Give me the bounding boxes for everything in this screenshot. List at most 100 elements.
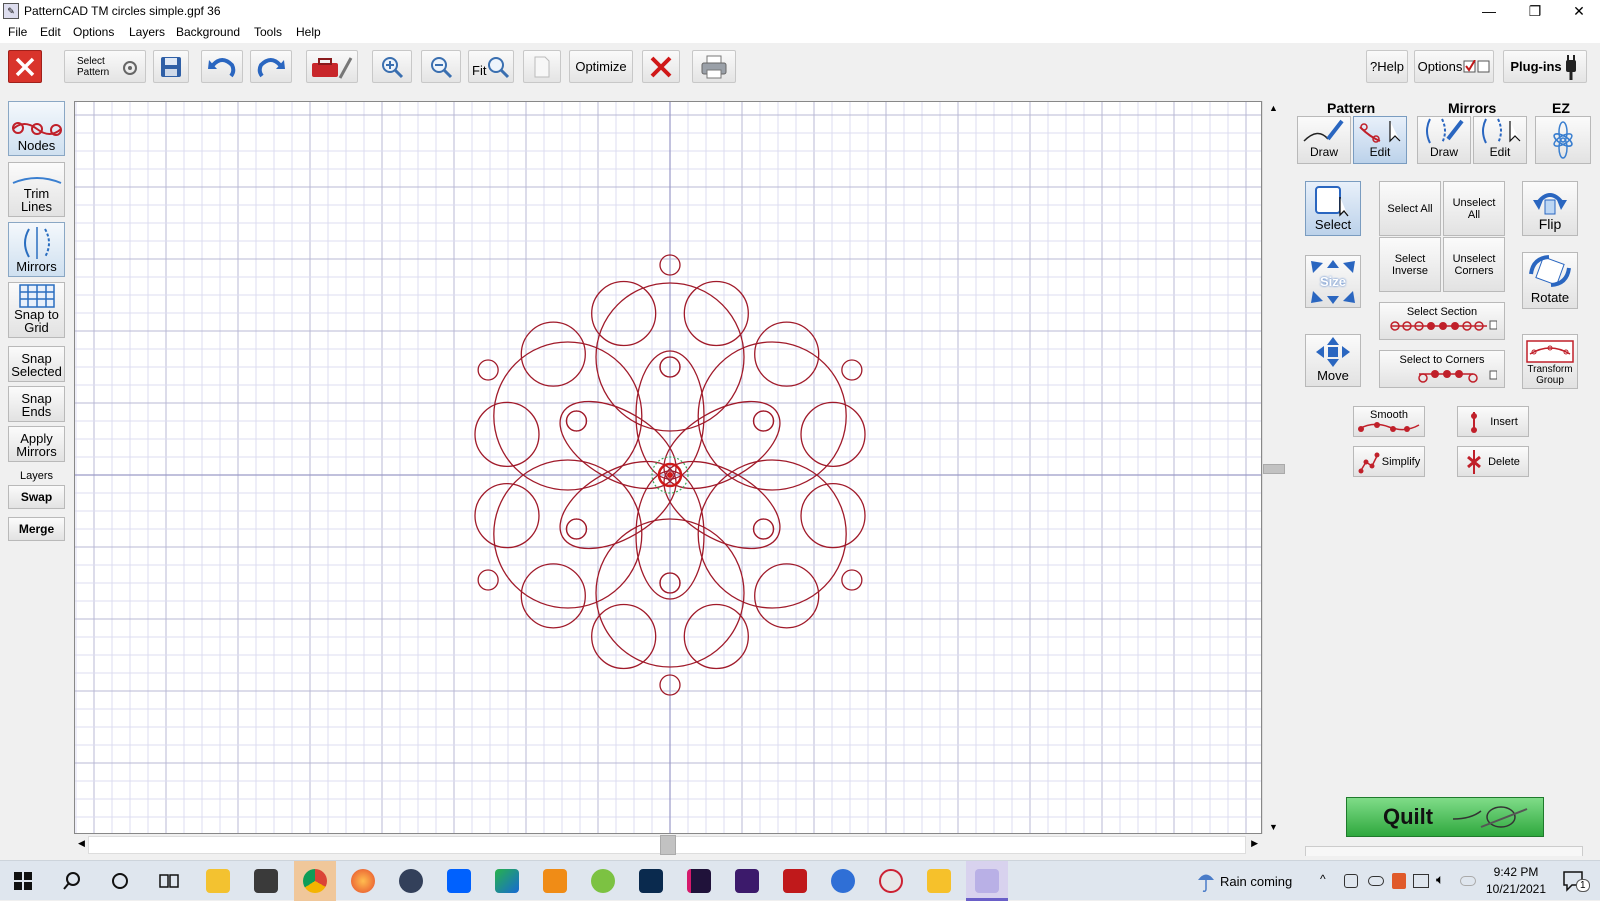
menu-layers[interactable]: Layers	[129, 25, 165, 39]
patterncad-taskbar-icon[interactable]	[975, 869, 999, 893]
rotate-button[interactable]: Rotate	[1522, 252, 1578, 309]
weather-label[interactable]: Rain coming	[1220, 874, 1292, 889]
move-button[interactable]: Move	[1305, 334, 1361, 387]
menu-help[interactable]: Help	[296, 25, 321, 39]
filezilla-icon[interactable]	[783, 869, 807, 893]
redo-button[interactable]	[250, 50, 292, 83]
snipping-tool-icon[interactable]	[879, 869, 903, 893]
menu-tools[interactable]: Tools	[254, 25, 282, 39]
pattern-draw-button[interactable]: Draw	[1297, 116, 1351, 164]
delete-node-button[interactable]: Delete	[1457, 446, 1529, 477]
terminal-blue-icon[interactable]	[639, 869, 663, 893]
menu-background[interactable]: Background	[176, 25, 240, 39]
trim-lines-button[interactable]: Trim Lines	[8, 162, 65, 217]
restore-button[interactable]: ❐	[1512, 0, 1558, 23]
password-lock-icon[interactable]	[399, 869, 423, 893]
horizontal-scroll-thumb[interactable]	[660, 835, 676, 855]
help-button[interactable]: ? Help	[1366, 50, 1408, 83]
swap-button[interactable]: Swap	[8, 485, 65, 509]
horizontal-scrollbar[interactable]: ◀ ▶	[74, 834, 1262, 856]
menu-options[interactable]: Options	[73, 25, 114, 39]
checkmark-app-icon[interactable]	[927, 869, 951, 893]
pattern-drawing[interactable]	[75, 102, 1262, 834]
vertical-scroll-thumb[interactable]	[1263, 464, 1285, 474]
dropbox-icon[interactable]	[447, 869, 471, 893]
quilt-button[interactable]: Quilt	[1346, 797, 1544, 837]
scroll-up-arrow-icon[interactable]: ▲	[1269, 103, 1278, 113]
plugins-button[interactable]: Plug-ins	[1503, 50, 1587, 83]
menu-edit[interactable]: Edit	[40, 25, 61, 39]
speaker-icon[interactable]: 🔈︎	[1436, 871, 1444, 888]
mirrors-draw-icon	[1426, 118, 1464, 144]
optimize-button[interactable]: Optimize	[569, 50, 633, 83]
onedrive-icon[interactable]	[1460, 876, 1476, 886]
windows-start-icon[interactable]	[14, 872, 32, 890]
options-label: Options	[1417, 59, 1463, 74]
w-app-icon[interactable]	[591, 869, 615, 893]
ez-button[interactable]	[1535, 116, 1591, 164]
toolbox-button[interactable]	[306, 50, 358, 83]
fit-button[interactable]: Fit	[468, 50, 514, 83]
terminal-purple-icon[interactable]	[735, 869, 759, 893]
apply-mirrors-button[interactable]: Apply Mirrors	[8, 426, 65, 462]
delete-all-button[interactable]	[642, 50, 680, 83]
mirrors-draw-button[interactable]: Draw	[1417, 116, 1471, 164]
clock-date[interactable]: 10/21/2021	[1482, 882, 1550, 896]
book-app-icon[interactable]	[543, 869, 567, 893]
layers-app-icon[interactable]	[495, 869, 519, 893]
pattern-canvas[interactable]	[74, 101, 1262, 834]
chrome-icon[interactable]	[303, 869, 327, 893]
scroll-down-arrow-icon[interactable]: ▼	[1269, 822, 1278, 832]
select-all-button[interactable]: Select All	[1379, 181, 1441, 236]
snap-selected-button[interactable]: Snap Selected	[8, 346, 65, 382]
unselect-corners-button[interactable]: Unselect Corners	[1443, 237, 1505, 292]
pattern-edit-button[interactable]: Edit	[1353, 116, 1407, 164]
network-icon[interactable]	[1413, 874, 1429, 888]
select-tool-button[interactable]: Select	[1305, 181, 1361, 236]
tray-icon-1[interactable]	[1344, 874, 1358, 888]
cloud-tray-icon[interactable]	[1368, 876, 1384, 886]
zoom-out-button[interactable]	[421, 50, 461, 83]
zoom-in-button[interactable]	[372, 50, 412, 83]
vertical-scrollbar[interactable]: ▲ ▼	[1262, 101, 1285, 834]
menu-file[interactable]: File	[8, 25, 27, 39]
smooth-button[interactable]: Smooth	[1353, 406, 1425, 437]
print-button[interactable]	[692, 50, 736, 83]
chevron-up-icon[interactable]: ^	[1320, 872, 1326, 886]
store-bag-icon[interactable]	[254, 869, 278, 893]
select-to-corners-button[interactable]: Select to Corners	[1379, 350, 1505, 388]
merge-button[interactable]: Merge	[8, 517, 65, 541]
select-pattern-button[interactable]: Select Pattern	[64, 50, 146, 83]
terminal-pink-icon[interactable]	[687, 869, 711, 893]
undo-button[interactable]	[201, 50, 243, 83]
minimize-button[interactable]: —	[1466, 0, 1512, 23]
mirrors-toggle-button[interactable]: Mirrors	[8, 222, 65, 277]
file-explorer-icon[interactable]	[206, 869, 230, 893]
unselect-all-button[interactable]: Unselect All	[1443, 181, 1505, 236]
sync-app-icon[interactable]	[831, 869, 855, 893]
tray-app-icon[interactable]	[1392, 873, 1406, 889]
nodes-button[interactable]: Nodes	[8, 101, 65, 156]
task-view-icon[interactable]	[158, 871, 180, 891]
options-button[interactable]: Options	[1414, 50, 1494, 83]
select-inverse-button[interactable]: Select Inverse	[1379, 237, 1441, 292]
size-button[interactable]: Size	[1305, 255, 1361, 308]
transform-group-button[interactable]: Transform Group	[1522, 334, 1578, 389]
scroll-right-arrow-icon[interactable]: ▶	[1251, 838, 1258, 849]
close-window-button[interactable]: ✕	[1556, 0, 1600, 23]
cortana-circle-icon[interactable]	[110, 871, 130, 891]
insert-button[interactable]: Insert	[1457, 406, 1529, 437]
clock-time[interactable]: 9:42 PM	[1487, 865, 1545, 879]
flip-button[interactable]: Flip	[1522, 181, 1578, 236]
select-section-button[interactable]: Select Section	[1379, 302, 1505, 340]
save-button[interactable]	[153, 50, 189, 83]
search-icon[interactable]	[62, 871, 82, 891]
exit-button[interactable]	[8, 50, 42, 83]
firefox-icon[interactable]	[351, 869, 375, 893]
simplify-button[interactable]: Simplify	[1353, 446, 1425, 477]
scroll-left-arrow-icon[interactable]: ◀	[78, 838, 85, 849]
mirrors-edit-button[interactable]: Edit	[1473, 116, 1527, 164]
snap-to-grid-button[interactable]: Snap to Grid	[8, 282, 65, 338]
snap-ends-button[interactable]: Snap Ends	[8, 386, 65, 422]
blank-page-button[interactable]	[523, 50, 561, 83]
